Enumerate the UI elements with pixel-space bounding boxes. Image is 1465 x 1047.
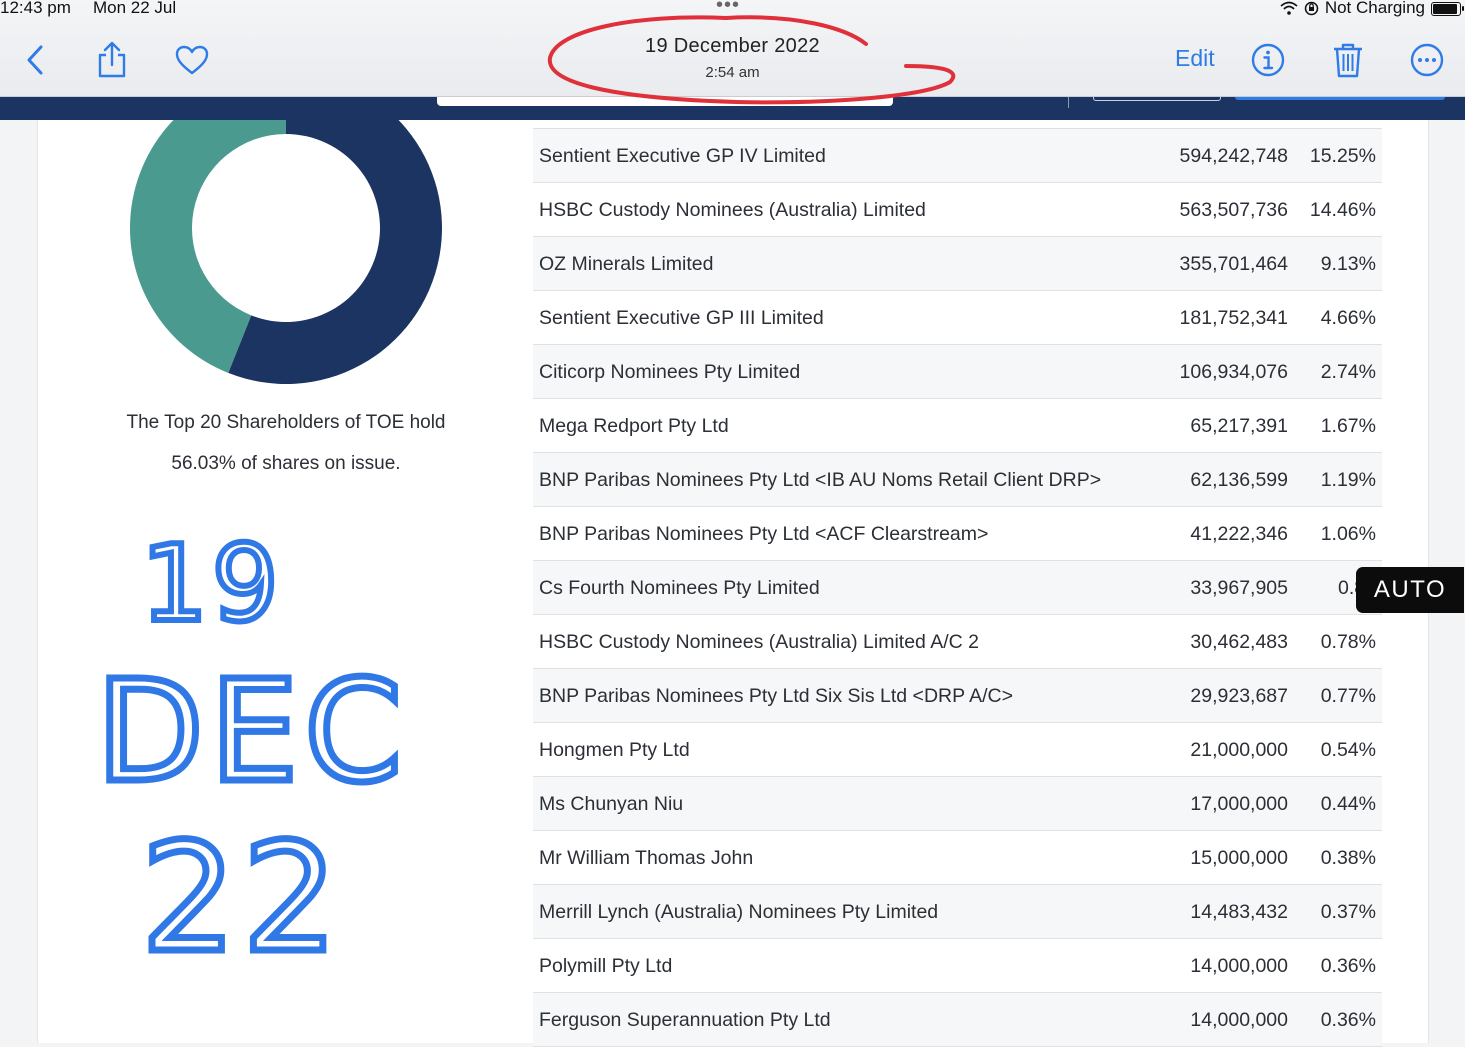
table-row: Ferguson Superannuation Pty Ltd 14,000,00…: [533, 993, 1382, 1047]
table-row: Citicorp Nominees Pty Limited 106,934,076…: [533, 345, 1382, 399]
shareholder-percent: 0.38%: [1320, 847, 1376, 869]
delete-button[interactable]: [1326, 38, 1370, 82]
trash-icon: [1334, 43, 1362, 78]
table-row: BNP Paribas Nominees Pty Ltd <ACF Clears…: [533, 507, 1382, 561]
shareholder-percent: 0.54%: [1320, 739, 1376, 761]
shareholder-name: Merrill Lynch (Australia) Nominees Pty L…: [539, 901, 939, 923]
shareholder-name: Sentient Executive GP III Limited: [539, 307, 824, 329]
status-date: Mon 22 Jul: [93, 0, 177, 17]
shareholder-shares: 62,136,599: [1190, 469, 1288, 491]
shareholder-percent: 0.37%: [1320, 901, 1376, 923]
shareholder-shares: 41,222,346: [1190, 523, 1288, 545]
shareholder-shares: 14,000,000: [1190, 955, 1288, 977]
table-row: BNP Paribas Nominees Pty Ltd Six Sis Ltd…: [533, 669, 1382, 723]
shareholder-percent: 0.36%: [1320, 955, 1376, 977]
shareholder-name: HSBC Custody Nominees (Australia) Limite…: [539, 199, 926, 221]
shareholder-percent: 14.46%: [1309, 199, 1376, 221]
table-row: Sentient Executive GP III Limited 181,752…: [533, 291, 1382, 345]
red-circle-annotation: [547, 15, 956, 105]
shareholders-table: Sentient Executive GP IV Limited 594,242,…: [533, 120, 1382, 1047]
shareholder-shares: 355,701,464: [1179, 253, 1288, 275]
table-row: Merrill Lynch (Australia) Nominees Pty L…: [533, 885, 1382, 939]
shareholder-percent: 9.13%: [1320, 253, 1376, 275]
shareholder-name: Ms Chunyan Niu: [539, 793, 684, 815]
edit-button[interactable]: Edit: [1175, 45, 1215, 72]
status-time: 12:43 pm: [0, 0, 71, 17]
shareholder-name: Polymill Pty Ltd: [539, 955, 673, 977]
handwritten-line-year: 22: [141, 812, 344, 960]
shareholder-name: Cs Fourth Nominees Pty Limited: [539, 577, 820, 599]
shareholder-shares: 594,242,748: [1179, 145, 1288, 167]
table-row: Polymill Pty Ltd 14,000,000 0.36%: [533, 939, 1382, 993]
shareholder-name: Mega Redport Pty Ltd: [539, 415, 729, 437]
shareholder-percent: 0.78%: [1320, 631, 1376, 653]
table-row: HSBC Custody Nominees (Australia) Limite…: [533, 615, 1382, 669]
shareholder-percent: 15.25%: [1309, 145, 1376, 167]
table-row: Sentient Executive GP IV Limited 594,242,…: [533, 129, 1382, 183]
shareholder-name: Mr William Thomas John: [539, 847, 754, 869]
status-right: Not Charging: [1280, 0, 1464, 18]
battery-icon: [1431, 2, 1464, 16]
table-row: Cs Fourth Nominees Pty Limited 33,967,905…: [533, 561, 1382, 615]
multitask-dots-icon[interactable]: •••: [716, 0, 740, 17]
summary-text-line-1: The Top 20 Shareholders of TOE hold: [126, 412, 446, 433]
shareholder-name: OZ Minerals Limited: [539, 253, 714, 275]
shareholder-percent: 0.36%: [1320, 1009, 1376, 1031]
shareholder-name: HSBC Custody Nominees (Australia) Limite…: [539, 631, 979, 653]
table-row: Mega Redport Pty Ltd 65,217,391 1.67%: [533, 399, 1382, 453]
donut-segment-0: [228, 120, 442, 384]
shareholder-shares: 15,000,000: [1190, 847, 1288, 869]
shareholder-percent: 2.74%: [1320, 361, 1376, 383]
shareholder-shares: 65,217,391: [1190, 415, 1288, 437]
shareholder-percent: 1.19%: [1320, 469, 1376, 491]
more-button[interactable]: [1405, 38, 1449, 82]
shareholder-percent: 4.66%: [1320, 307, 1376, 329]
summary-text-line-2: 56.03% of shares on issue.: [171, 453, 401, 474]
shareholder-shares: 21,000,000: [1190, 739, 1288, 761]
table-row: BNP Paribas Nominees Pty Ltd <IB AU Noms…: [533, 453, 1382, 507]
table-row: OZ Minerals Limited 355,701,464 9.13%: [533, 237, 1382, 291]
more-icon: [1410, 43, 1444, 77]
wifi-icon: [1280, 1, 1298, 15]
table-row: HSBC Custody Nominees (Australia) Limite…: [533, 183, 1382, 237]
shareholder-shares: 14,000,000: [1190, 1009, 1288, 1031]
shareholder-name: BNP Paribas Nominees Pty Ltd Six Sis Ltd…: [539, 685, 1013, 707]
handwritten-line-month: DEC: [96, 651, 408, 814]
info-icon: [1251, 43, 1285, 77]
shareholder-shares: 181,752,341: [1179, 307, 1288, 329]
shareholder-name: Citicorp Nominees Pty Limited: [539, 361, 801, 383]
battery-status-text: Not Charging: [1324, 0, 1425, 17]
table-row: Hongmen Pty Ltd 21,000,000 0.54%: [533, 723, 1382, 777]
table-row: Mr William Thomas John 15,000,000 0.38%: [533, 831, 1382, 885]
shareholder-shares: 30,462,483: [1190, 631, 1288, 653]
shareholder-percent: 0.77%: [1320, 685, 1376, 707]
shareholder-name: Hongmen Pty Ltd: [539, 739, 690, 761]
shareholding-donut-chart: [130, 120, 442, 384]
shareholder-shares: 29,923,687: [1190, 685, 1288, 707]
orientation-lock-icon: [1304, 1, 1319, 15]
shareholder-name: BNP Paribas Nominees Pty Ltd <IB AU Noms…: [539, 469, 1102, 491]
auto-badge[interactable]: AUTO: [1356, 567, 1464, 613]
shareholders-card: The Top 20 Shareholders of TOE hold 56.0…: [37, 120, 1429, 1047]
shareholder-shares: 33,967,905: [1190, 577, 1288, 599]
header-divider: [1068, 96, 1069, 108]
handwritten-date-annotation: 19 DEC 22: [96, 520, 408, 960]
shareholder-shares: 106,934,076: [1179, 361, 1288, 383]
shareholder-name: Ferguson Superannuation Pty Ltd: [539, 1009, 831, 1031]
shareholder-shares: 563,507,736: [1179, 199, 1288, 221]
shareholder-name: Sentient Executive GP IV Limited: [539, 145, 826, 167]
table-top-border: [533, 120, 1382, 129]
table-row: Ms Chunyan Niu 17,000,000 0.44%: [533, 777, 1382, 831]
shareholder-percent: 0.44%: [1320, 793, 1376, 815]
shareholder-name: BNP Paribas Nominees Pty Ltd <ACF Clears…: [539, 523, 989, 545]
info-button[interactable]: [1246, 38, 1290, 82]
handwritten-line-day: 19: [141, 523, 283, 645]
shareholder-shares: 14,483,432: [1190, 901, 1288, 923]
shareholder-percent: 1.67%: [1320, 415, 1376, 437]
shareholder-percent: 1.06%: [1320, 523, 1376, 545]
shareholder-shares: 17,000,000: [1190, 793, 1288, 815]
status-bar: 12:43 pm Mon 22 Jul ••• Not Charging: [0, 0, 1465, 20]
